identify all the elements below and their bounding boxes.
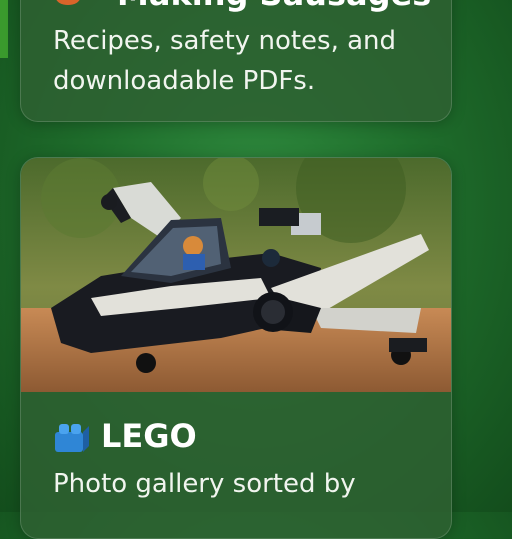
partial-card-edge bbox=[0, 0, 8, 58]
card-lego[interactable]: LEGO Photo gallery sorted by bbox=[20, 157, 452, 539]
card-description: Photo gallery sorted by bbox=[53, 469, 356, 499]
lego-spaceship-photo bbox=[21, 158, 451, 392]
sausage-icon bbox=[55, 0, 81, 12]
card-title: Making Sausages bbox=[117, 0, 431, 10]
lego-brick-icon bbox=[51, 416, 91, 460]
card-title: LEGO bbox=[101, 417, 197, 455]
card-description: Recipes, safety notes, and downloadable … bbox=[53, 26, 397, 96]
card-making-sausages[interactable]: Making Sausages Recipes, safety notes, a… bbox=[20, 0, 452, 122]
